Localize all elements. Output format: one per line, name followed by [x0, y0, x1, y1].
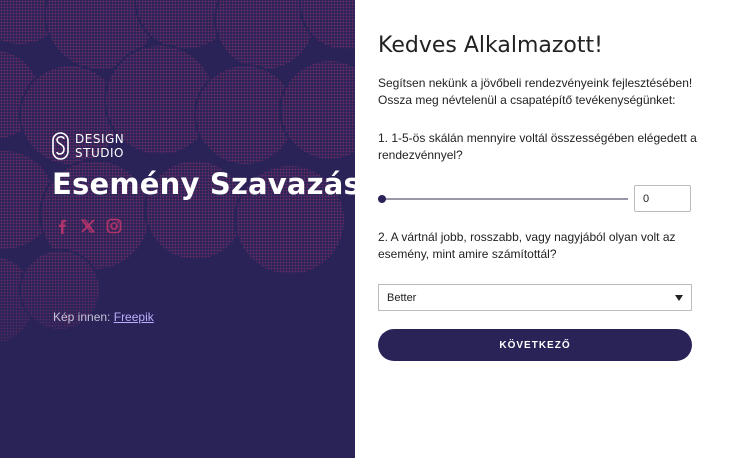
form-intro: Segítsen nekünk a jövőbeli rendezvényein… [378, 76, 693, 107]
facebook-icon[interactable] [54, 218, 70, 234]
brand-logo: DESIGN STUDIO [52, 132, 124, 160]
social-links [54, 218, 122, 234]
slider-track [378, 198, 628, 200]
slider-thumb[interactable] [378, 195, 386, 203]
x-icon[interactable] [80, 218, 96, 234]
studio-logo-icon [52, 132, 69, 160]
rating-input[interactable] [634, 185, 691, 212]
select-value: Better [387, 291, 417, 304]
credit-prefix: Kép innen: [53, 310, 111, 324]
rating-slider[interactable] [378, 192, 628, 206]
next-button[interactable]: KÖVETKEZŐ [378, 329, 692, 361]
question-2-label: 2. A vártnál jobb, rosszabb, vagy nagyjá… [378, 230, 676, 261]
freepik-link[interactable]: Freepik [114, 310, 154, 324]
form-greeting: Kedves Alkalmazott! [378, 33, 603, 58]
event-title: Esemény Szavazás [52, 167, 355, 201]
brand-line-1: DESIGN [75, 132, 125, 146]
survey-form: Kedves Alkalmazott! Segítsen nekünk a jö… [355, 0, 750, 458]
image-credit: Kép innen: Freepik [53, 310, 154, 324]
question-1-label: 1. 1-5-ös skálán mennyire voltál összess… [378, 131, 697, 162]
instagram-icon[interactable] [106, 218, 122, 234]
expectation-select[interactable]: Better [378, 284, 692, 311]
left-panel: DESIGN STUDIO Esemény Szavazás Kép innen… [0, 0, 355, 458]
chevron-down-icon [675, 294, 683, 301]
page: DESIGN STUDIO Esemény Szavazás Kép innen… [0, 0, 750, 458]
brand-name: DESIGN STUDIO [75, 132, 124, 160]
brand-line-2: STUDIO [75, 146, 124, 160]
